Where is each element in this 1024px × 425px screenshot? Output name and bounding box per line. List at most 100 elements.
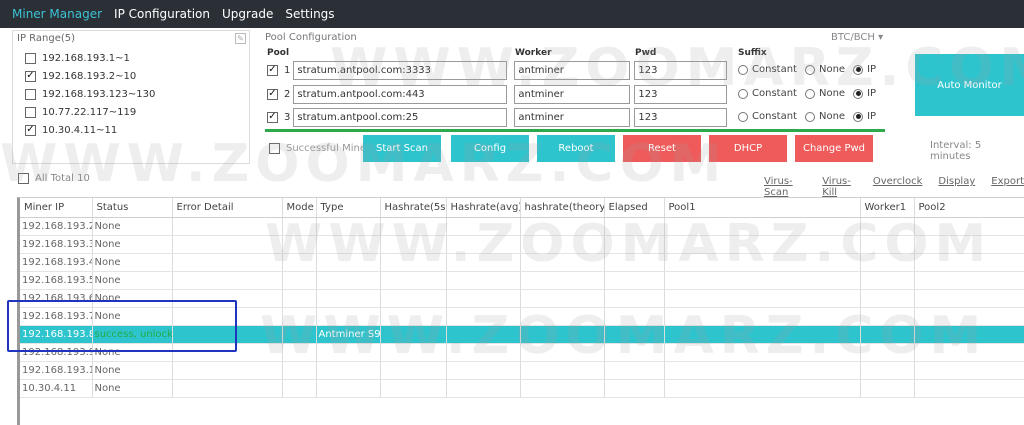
coin-select-value: BTC/BCH: [831, 32, 875, 43]
cell-hashrate-theory: [520, 325, 605, 344]
worker-input[interactable]: antminer: [514, 84, 631, 104]
column-header[interactable]: Pool1: [664, 198, 861, 218]
pool-row: ✓ 1 stratum.antpool.com:3333 antminer 123: [267, 60, 728, 80]
cell-status: success, unlocked: [92, 325, 173, 344]
column-header[interactable]: Hashrate(5s): [380, 198, 447, 218]
ip-range-item[interactable]: ✓ 10.30.4.11~11: [25, 121, 155, 139]
pool-url-input[interactable]: stratum.antpool.com:25: [293, 107, 508, 127]
column-header[interactable]: Worker1: [860, 198, 915, 218]
worker-input[interactable]: antminer: [514, 60, 631, 80]
table-header: Miner IP Status Error Detail Mode Type Hashra…: [20, 198, 1024, 218]
export-link[interactable]: Export: [991, 176, 1024, 198]
pool-number: 3: [284, 111, 291, 123]
coin-select[interactable]: BTC/BCH ▾: [831, 32, 883, 43]
column-header[interactable]: Mode: [282, 198, 317, 218]
menu-ip-configuration[interactable]: IP Configuration: [114, 7, 210, 21]
cell-elapsed: [604, 307, 665, 326]
menu-miner-manager[interactable]: Miner Manager: [12, 7, 102, 21]
suffix-label: IP: [867, 88, 877, 99]
table-row[interactable]: 192.168.193.2 None: [20, 217, 1024, 236]
table-row[interactable]: 192.168.193.7 None: [20, 307, 1024, 326]
pool-number: 1: [284, 64, 291, 76]
table-row[interactable]: 10.30.4.11 None: [20, 379, 1024, 398]
pool-url-input[interactable]: stratum.antpool.com:443: [293, 84, 508, 104]
suffix-radio[interactable]: IP: [853, 111, 876, 122]
overclock-link[interactable]: Overclock: [873, 176, 923, 198]
virus-kill-link[interactable]: Virus-Kill: [822, 176, 857, 198]
cell-hashrate-avg: [446, 379, 521, 398]
suffix-radio[interactable]: Constant: [738, 111, 797, 122]
display-link[interactable]: Display: [938, 176, 975, 198]
successful-miner-checkbox[interactable]: Successful Miner: [269, 143, 370, 154]
column-header[interactable]: Hashrate(avg): [446, 198, 521, 218]
suffix-radio[interactable]: IP: [853, 88, 876, 99]
checkmark-icon[interactable]: ✓: [267, 111, 278, 123]
worker-input[interactable]: antminer: [514, 107, 631, 127]
checkbox-icon[interactable]: [25, 88, 36, 100]
reboot-button[interactable]: Reboot: [537, 135, 615, 162]
cell-hashrate-avg: [446, 235, 521, 254]
pwd-input[interactable]: 123: [634, 107, 728, 127]
column-header[interactable]: Status: [92, 198, 173, 218]
table-row[interactable]: 192.168.193.5 None: [20, 271, 1024, 290]
cell-pool2: [914, 217, 1024, 236]
suffix-label: Constant: [752, 64, 797, 75]
column-header[interactable]: Miner IP: [20, 198, 93, 218]
cell-hashrate-avg: [446, 307, 521, 326]
pool-row: ✓ 2 stratum.antpool.com:443 antminer 123: [267, 84, 728, 104]
cell-pool2: [914, 307, 1024, 326]
suffix-radio[interactable]: Constant: [738, 64, 797, 75]
column-header[interactable]: Type: [316, 198, 381, 218]
reset-button[interactable]: Reset: [623, 135, 701, 162]
pwd-header: Pwd: [635, 48, 657, 58]
column-header[interactable]: hashrate(theory): [520, 198, 605, 218]
cell-miner-ip: 192.168.193.2: [20, 217, 93, 236]
suffix-radio[interactable]: None: [804, 111, 845, 122]
column-header[interactable]: Error Detail: [172, 198, 283, 218]
pwd-input[interactable]: 123: [634, 84, 728, 104]
cell-mode: [282, 325, 317, 344]
radio-icon: [804, 64, 815, 75]
checkbox-icon[interactable]: [25, 52, 36, 64]
cell-hashrate-5s: [380, 379, 447, 398]
column-header[interactable]: Elapsed: [604, 198, 665, 218]
ip-range-item[interactable]: 192.168.193.123~130: [25, 85, 155, 103]
suffix-radio[interactable]: None: [804, 88, 845, 99]
start-scan-button[interactable]: Start Scan: [363, 135, 441, 162]
table-row[interactable]: 192.168.193.4 None: [20, 253, 1024, 272]
cell-elapsed: [604, 271, 665, 290]
checkmark-icon[interactable]: ✓: [25, 70, 36, 82]
menu-upgrade[interactable]: Upgrade: [222, 7, 273, 21]
virus-scan-link[interactable]: Virus-Scan: [764, 176, 806, 198]
pool-url-input[interactable]: stratum.antpool.com:3333: [293, 60, 508, 80]
checkmark-icon[interactable]: ✓: [267, 88, 278, 100]
table-row[interactable]: 192.168.193.9 None: [20, 343, 1024, 362]
table-row[interactable]: 192.168.193.3 None: [20, 235, 1024, 254]
change-pwd-button[interactable]: Change Pwd: [795, 135, 873, 162]
auto-monitor-button[interactable]: Auto Monitor: [915, 54, 1024, 116]
radio-icon: [738, 111, 748, 122]
menu-settings[interactable]: Settings: [285, 7, 334, 21]
dhcp-button[interactable]: DHCP: [709, 135, 787, 162]
config-button[interactable]: Config: [451, 135, 529, 162]
checkmark-icon[interactable]: ✓: [25, 124, 36, 136]
suffix-radio[interactable]: Constant: [738, 88, 797, 99]
ip-range-item[interactable]: ✓ 192.168.193.2~10: [25, 67, 155, 85]
edit-icon[interactable]: ✎: [235, 33, 246, 44]
pwd-input[interactable]: 123: [634, 60, 728, 80]
suffix-radio[interactable]: IP: [853, 64, 876, 75]
checkmark-icon[interactable]: ✓: [267, 64, 278, 76]
cell-hashrate-5s: [380, 289, 447, 308]
checkbox-icon[interactable]: [25, 106, 36, 118]
cell-mode: [282, 235, 317, 254]
ip-range-item[interactable]: 192.168.193.1~1: [25, 49, 155, 67]
all-total-checkbox[interactable]: All Total 10: [18, 173, 90, 184]
table-row[interactable]: 192.168.193.10None: [20, 361, 1024, 380]
suffix-radio[interactable]: None: [804, 64, 845, 75]
column-header[interactable]: Pool2: [914, 198, 1024, 218]
radio-icon: [738, 64, 748, 75]
table-row[interactable]: 192.168.193.6 None: [20, 289, 1024, 308]
ip-range-item[interactable]: 10.77.22.117~119: [25, 103, 155, 121]
table-row[interactable]: 192.168.193.8success, unlocked Antminer S…: [20, 325, 1024, 344]
cell-pool2: [914, 325, 1024, 344]
